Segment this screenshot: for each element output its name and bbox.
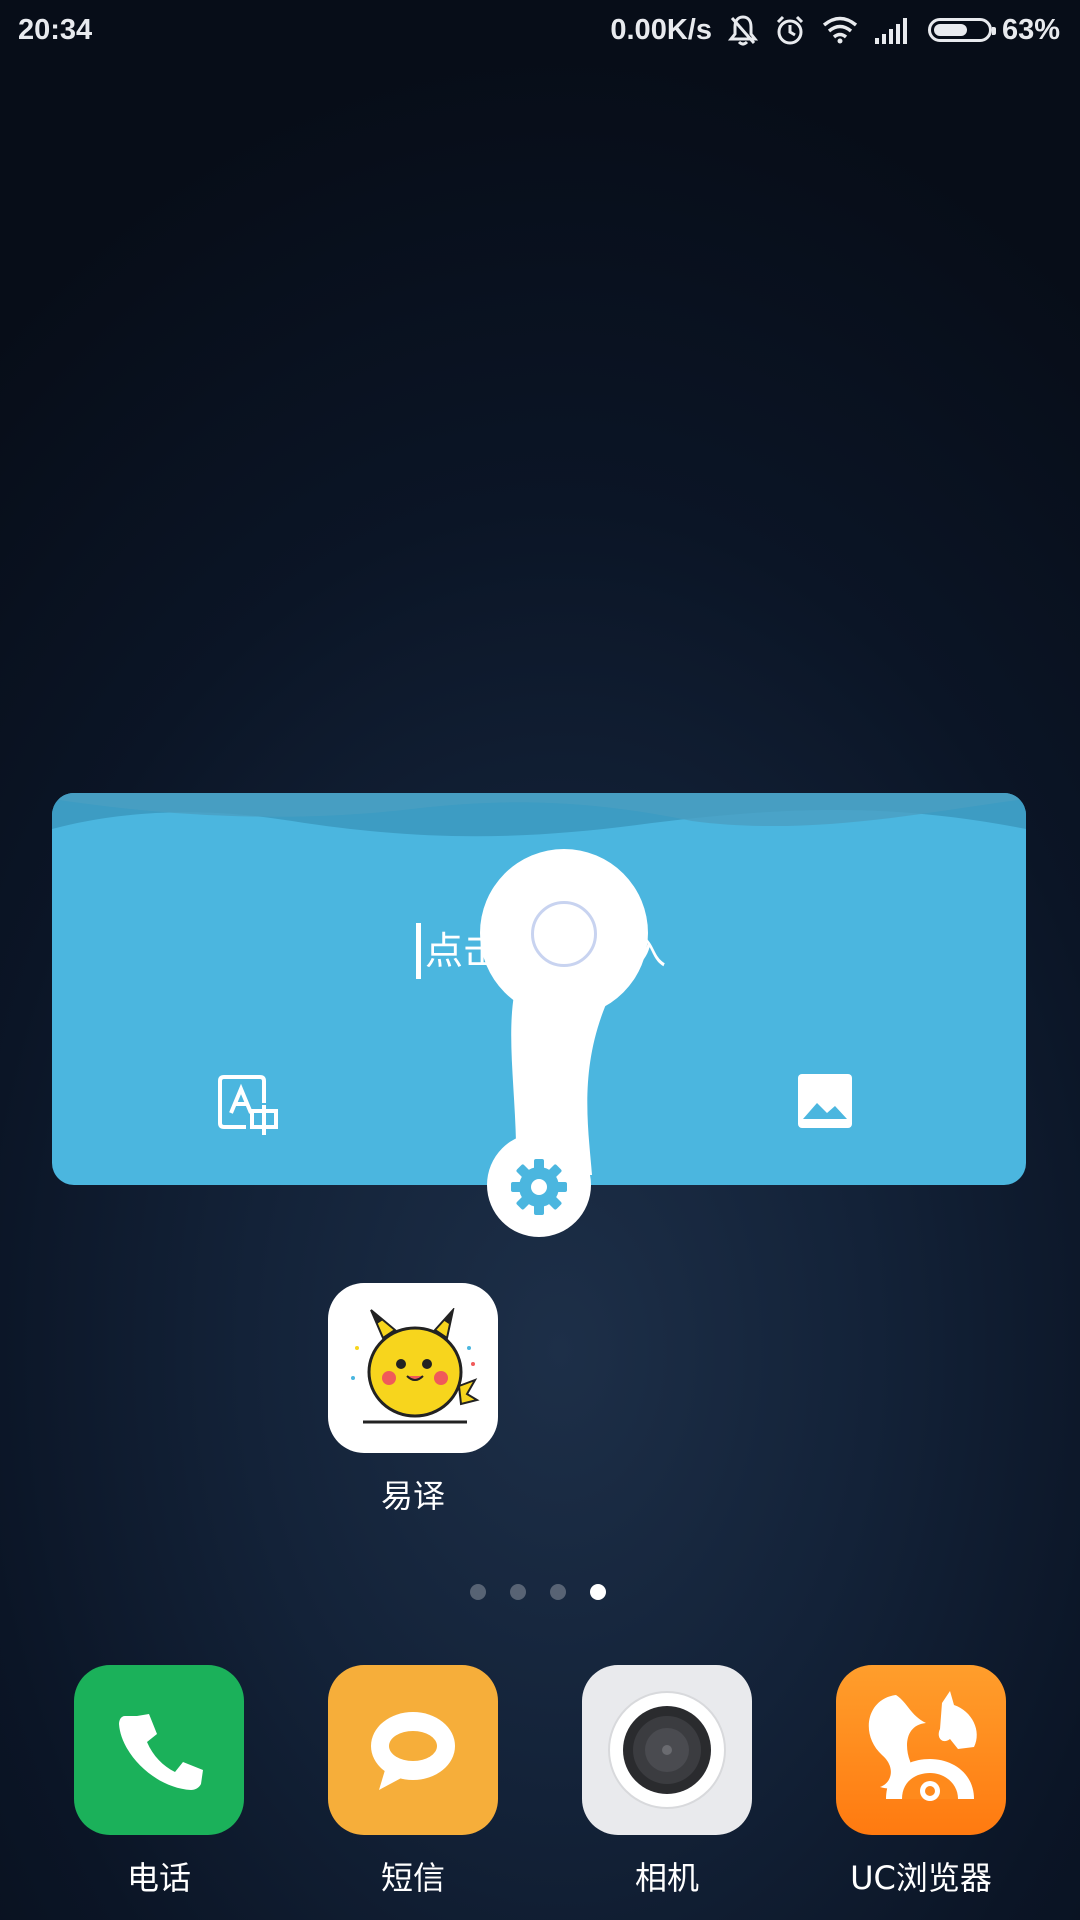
- text-recognition-icon: [218, 1075, 278, 1135]
- dock-app-messages[interactable]: 短信: [328, 1665, 498, 1899]
- app-label: 电话: [126, 1859, 191, 1897]
- uc-squirrel-icon: [836, 1665, 1006, 1835]
- dock-app-camera[interactable]: 相机: [582, 1665, 752, 1899]
- signal-icon: [874, 16, 912, 44]
- image-translate-button[interactable]: [797, 1073, 863, 1139]
- app-label: UC浏览器: [850, 1859, 992, 1897]
- app-label: 相机: [634, 1859, 699, 1897]
- app-yiyi[interactable]: 易译: [328, 1283, 498, 1517]
- page-dot[interactable]: [470, 1584, 486, 1600]
- dock-app-uc-browser[interactable]: UC浏览器: [836, 1665, 1006, 1899]
- battery-icon: [927, 18, 996, 42]
- app-label: 短信: [380, 1859, 445, 1897]
- wifi-icon: [822, 16, 858, 44]
- camera-icon: [582, 1665, 752, 1835]
- status-bar: 20:34 0.00K/s 63%: [0, 0, 1080, 60]
- message-icon: [328, 1665, 498, 1835]
- page-dot[interactable]: [510, 1584, 526, 1600]
- ring-icon[interactable]: [531, 901, 597, 967]
- phone-icon: [74, 1665, 244, 1835]
- status-time: 20:34: [18, 13, 93, 46]
- page-dot-active[interactable]: [590, 1584, 606, 1600]
- image-icon: [798, 1074, 852, 1128]
- battery-indicator: 63%: [927, 13, 1060, 47]
- widget-wave: [52, 793, 1026, 837]
- net-speed: 0.00K/s: [610, 13, 712, 46]
- page-indicator[interactable]: [470, 1582, 610, 1602]
- status-icons: 0.00K/s 63%: [610, 14, 1080, 47]
- battery-percent: 63%: [1001, 13, 1060, 46]
- alarm-icon: [774, 14, 806, 46]
- pikachu-icon: [328, 1283, 498, 1453]
- app-label: 易译: [380, 1477, 445, 1515]
- dock-app-phone[interactable]: 电话: [74, 1665, 244, 1899]
- gear-icon[interactable]: [505, 1153, 573, 1221]
- page-dot[interactable]: [550, 1584, 566, 1600]
- bell-off-icon: [727, 14, 758, 46]
- text-recognition-button[interactable]: [216, 1073, 282, 1139]
